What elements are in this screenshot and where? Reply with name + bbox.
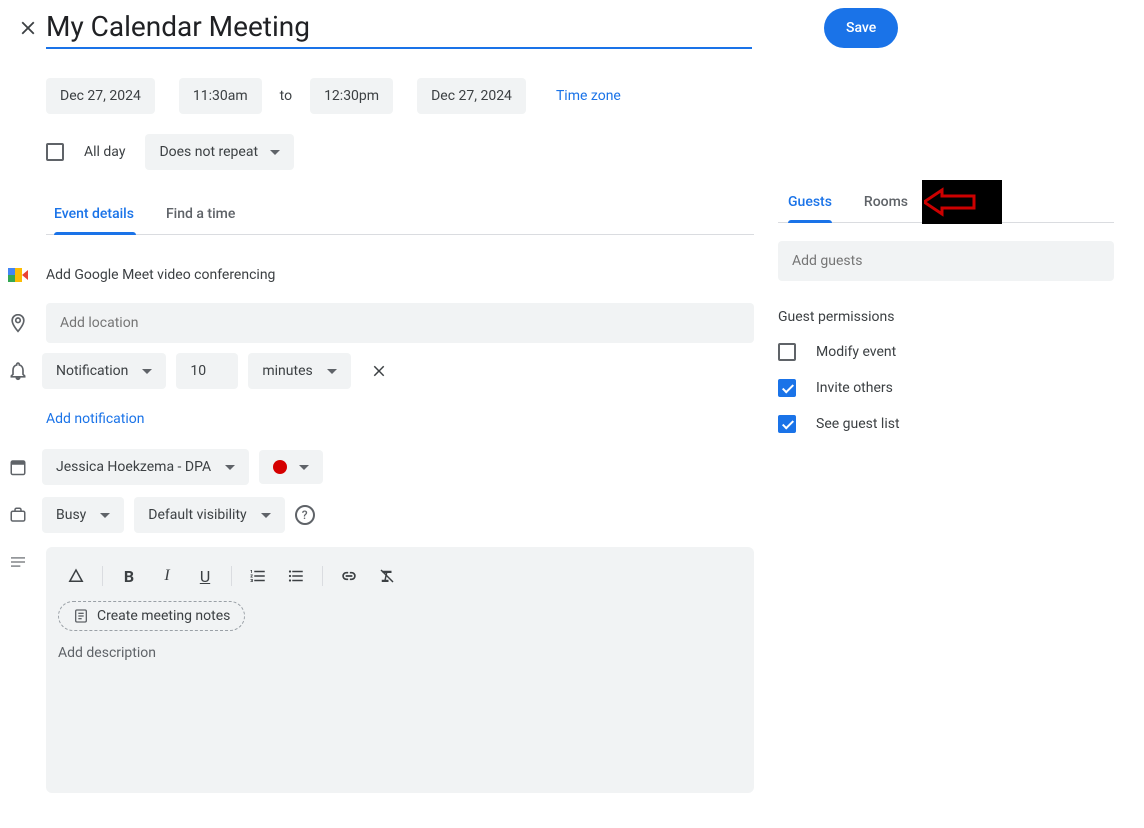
add-guests-input[interactable] [778,241,1114,281]
notification-unit-select[interactable]: minutes [248,353,350,389]
clear-formatting-button[interactable] [369,561,405,591]
link-button[interactable] [331,561,367,591]
underline-icon: U [200,567,210,586]
perm-seelist-checkbox[interactable] [778,415,796,433]
notification-unit-label: minutes [262,363,312,379]
attach-drive-button[interactable] [58,561,94,591]
close-icon [17,17,39,39]
visibility-help-button[interactable]: ? [295,505,315,525]
end-time-chip[interactable]: 12:30pm [310,78,393,114]
bulleted-list-button[interactable] [278,561,314,591]
tab-rooms[interactable]: Rooms [864,194,908,222]
italic-icon: I [164,567,169,585]
close-button[interactable] [8,8,48,48]
perm-invite-label: Invite others [816,380,893,396]
annotation-arrow-icon [924,187,976,217]
meet-icon [8,268,28,282]
timezone-link[interactable]: Time zone [556,88,621,104]
italic-button[interactable]: I [149,561,185,591]
remove-notification-button[interactable] [361,353,397,389]
repeat-label: Does not repeat [159,144,258,160]
location-icon [8,313,28,333]
event-color-select[interactable] [259,450,323,484]
availability-label: Busy [56,507,86,523]
create-notes-label: Create meeting notes [97,608,230,624]
underline-button[interactable]: U [187,561,223,591]
bold-button[interactable]: B [111,561,147,591]
description-textarea[interactable]: Add description [58,645,742,661]
start-time-chip[interactable]: 11:30am [179,78,262,114]
bold-icon: B [124,567,134,586]
briefcase-icon [8,506,28,524]
calendar-owner-select[interactable]: Jessica Hoekzema - DPA [42,449,249,485]
chevron-down-icon [327,369,337,374]
drive-icon [66,567,86,585]
notification-type-select[interactable]: Notification [42,353,166,389]
clear-format-icon [378,567,396,585]
bell-icon [8,361,28,381]
link-icon [339,566,359,586]
create-meeting-notes-button[interactable]: Create meeting notes [58,601,245,631]
chevron-down-icon [142,369,152,374]
repeat-select[interactable]: Does not repeat [145,134,294,170]
perm-modify-checkbox[interactable] [778,343,796,361]
notification-value-input[interactable] [176,353,238,389]
perm-modify-label: Modify event [816,344,896,360]
notification-type-label: Notification [56,363,128,379]
start-date-chip[interactable]: Dec 27, 2024 [46,78,155,114]
calendar-owner-label: Jessica Hoekzema - DPA [56,459,211,475]
allday-label: All day [84,144,125,160]
close-icon [370,362,388,380]
visibility-label: Default visibility [148,507,246,523]
to-label: to [280,88,292,104]
location-input[interactable] [46,303,754,343]
add-video-conferencing[interactable]: Add Google Meet video conferencing [46,267,275,283]
chevron-down-icon [299,465,309,470]
save-button[interactable]: Save [824,8,898,48]
tab-event-details[interactable]: Event details [46,206,134,234]
add-notification-link[interactable]: Add notification [46,401,145,437]
bulleted-list-icon [287,567,305,585]
notes-icon [73,608,89,624]
event-title-input[interactable] [46,8,752,49]
numbered-list-icon [249,567,267,585]
chevron-down-icon [100,513,110,518]
chevron-down-icon [225,465,235,470]
availability-select[interactable]: Busy [42,497,124,533]
color-dot [273,460,287,474]
guest-permissions-title: Guest permissions [778,309,1114,325]
visibility-select[interactable]: Default visibility [134,497,284,533]
tab-find-a-time[interactable]: Find a time [166,206,235,234]
chevron-down-icon [261,513,271,518]
tab-guests[interactable]: Guests [778,194,832,222]
numbered-list-button[interactable] [240,561,276,591]
calendar-icon [8,458,28,476]
perm-invite-checkbox[interactable] [778,379,796,397]
end-date-chip[interactable]: Dec 27, 2024 [417,78,526,114]
perm-seelist-label: See guest list [816,416,900,432]
description-icon [8,555,28,569]
allday-checkbox[interactable] [46,143,64,161]
chevron-down-icon [270,150,280,155]
